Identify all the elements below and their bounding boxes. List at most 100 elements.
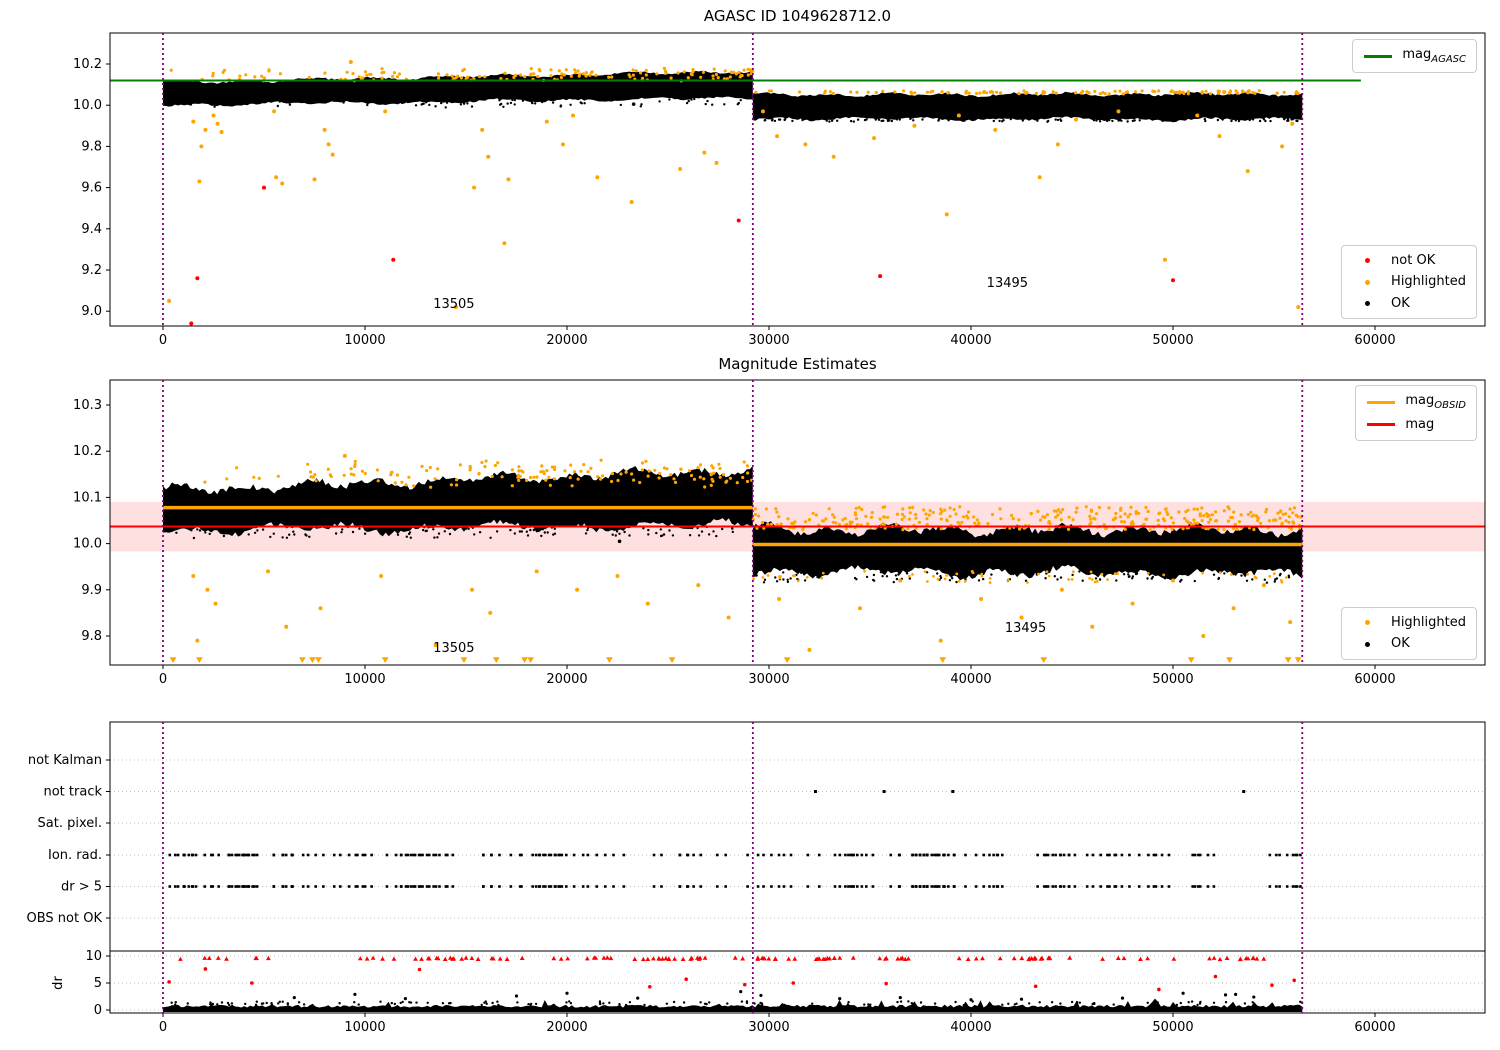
tick-label: 50000 xyxy=(1152,333,1193,348)
highlighted-point xyxy=(330,152,335,157)
dot-swatch xyxy=(1364,620,1370,626)
dr-clipped-point xyxy=(463,955,469,960)
dr-clipped-point xyxy=(497,956,503,961)
tick-label: 10.3 xyxy=(73,398,102,413)
dr-scatter-band xyxy=(163,998,1303,1012)
dr-clipped-point xyxy=(672,956,677,961)
plot1-title: AGASC ID 1049628712.0 xyxy=(703,7,892,25)
dr-clipped-point xyxy=(215,955,221,960)
legend-item: Highlighted xyxy=(1352,271,1466,292)
tick-label: 9.8 xyxy=(81,139,102,154)
plot3-frame xyxy=(109,721,1486,1014)
highlighted-point xyxy=(944,212,949,217)
flag-row-label: Ion. rad. xyxy=(48,848,102,863)
not-track-point xyxy=(813,790,817,793)
below-range-marker xyxy=(492,657,500,663)
highlighted-point xyxy=(560,142,565,147)
tick-label: 9.2 xyxy=(81,263,102,278)
highlighted-point xyxy=(1201,634,1206,638)
legend-label: magOBSID xyxy=(1405,393,1466,411)
dr-clipped-point xyxy=(956,956,962,961)
highlighted-point xyxy=(219,129,224,134)
legend-mag-agasc: magAGASC xyxy=(1352,39,1477,74)
dr-clipped-point xyxy=(965,956,971,961)
highlighted-point xyxy=(678,167,683,172)
legend-item: OK xyxy=(1352,293,1466,314)
dr-clipped-point xyxy=(997,956,1003,961)
dr-clipped-point xyxy=(640,956,646,962)
tick-label: 40000 xyxy=(950,672,991,687)
legend-label: Highlighted xyxy=(1391,615,1466,630)
highlighted-point xyxy=(266,569,271,574)
dr-clipped-point xyxy=(1224,955,1230,960)
tick-label: 10.0 xyxy=(73,537,102,552)
tick-label: 0 xyxy=(159,672,167,687)
tick-label: 9.9 xyxy=(81,583,102,598)
highlighted-point xyxy=(702,150,707,155)
dr-clipped-point xyxy=(1217,956,1223,962)
line-swatch xyxy=(1367,423,1396,427)
dr-clipped-point xyxy=(419,956,424,961)
dr-clipped-point xyxy=(832,955,837,960)
highlighted-point xyxy=(696,583,701,588)
dr-clipped-point xyxy=(1100,956,1105,961)
dr-clipped-point xyxy=(224,956,229,961)
below-range-marker xyxy=(309,657,316,663)
dr-clipped-point xyxy=(740,956,746,961)
below-range-marker xyxy=(1040,657,1048,663)
dr-clipped-point xyxy=(680,956,686,961)
plot-canvas: 0 10000 20000 30000 40000 50000 600009.09.29.4… xyxy=(27,32,1486,1035)
highlighted-point xyxy=(775,134,780,139)
highlighted-point xyxy=(1290,121,1295,126)
dr-clipped-point xyxy=(980,956,985,961)
highlighted-point xyxy=(348,59,353,64)
legend-item: OK xyxy=(1352,633,1466,654)
dr-clipped-point xyxy=(766,956,772,961)
highlighted-point xyxy=(1130,601,1135,606)
highlighted-point xyxy=(506,177,511,182)
highlighted-point xyxy=(956,113,961,118)
highlighted-point xyxy=(312,177,317,182)
highlighted-point xyxy=(191,573,196,578)
tick-label: 30000 xyxy=(748,1020,789,1035)
tick-label: 10000 xyxy=(344,672,385,687)
dr-clipped-point xyxy=(1011,956,1017,961)
dr-clipped-point xyxy=(504,956,510,961)
highlighted-point xyxy=(1261,583,1266,588)
highlighted-point xyxy=(938,638,943,643)
highlighted-point xyxy=(1231,606,1236,611)
highlighted-point xyxy=(1162,257,1167,262)
dr-clipped-point xyxy=(1138,956,1143,961)
tick-label: 9.6 xyxy=(81,181,102,196)
dr-clipped-point xyxy=(364,956,370,961)
below-range-marker xyxy=(381,657,389,663)
figure: 0 10000 20000 30000 40000 50000 60000 9.0 9.2 9.4… xyxy=(0,0,1500,1050)
highlighted-point xyxy=(470,587,475,592)
highlighted-point xyxy=(1090,624,1095,629)
not-ok-point xyxy=(189,321,194,326)
highlighted-point xyxy=(629,200,634,205)
highlighted-point xyxy=(544,119,549,124)
dr-clipped-point xyxy=(391,956,397,961)
dr-clipped-point xyxy=(772,956,778,961)
highlighted-point xyxy=(167,298,172,303)
dr-clipped-point xyxy=(1207,956,1212,961)
dr-clipped-point xyxy=(732,955,738,960)
tick-label: 0 xyxy=(94,1003,102,1018)
highlighted-point xyxy=(807,647,812,652)
highlighted-point xyxy=(803,142,808,147)
tick-label: 0 xyxy=(159,1020,167,1035)
flag-row-label: not track xyxy=(43,785,102,800)
below-range-marker xyxy=(939,657,947,663)
highlighted-point xyxy=(205,587,210,592)
dr-clipped-point xyxy=(551,956,557,961)
tick-label: 10.2 xyxy=(73,444,102,459)
highlighted-point xyxy=(1296,305,1301,310)
highlighted-point xyxy=(502,241,507,246)
below-range-marker xyxy=(1284,657,1292,663)
highlighted-point xyxy=(831,154,836,159)
highlighted-point xyxy=(272,109,277,114)
scatter-band xyxy=(752,91,1303,123)
dr-clipped-point xyxy=(1237,956,1243,962)
highlighted-point xyxy=(872,136,877,141)
